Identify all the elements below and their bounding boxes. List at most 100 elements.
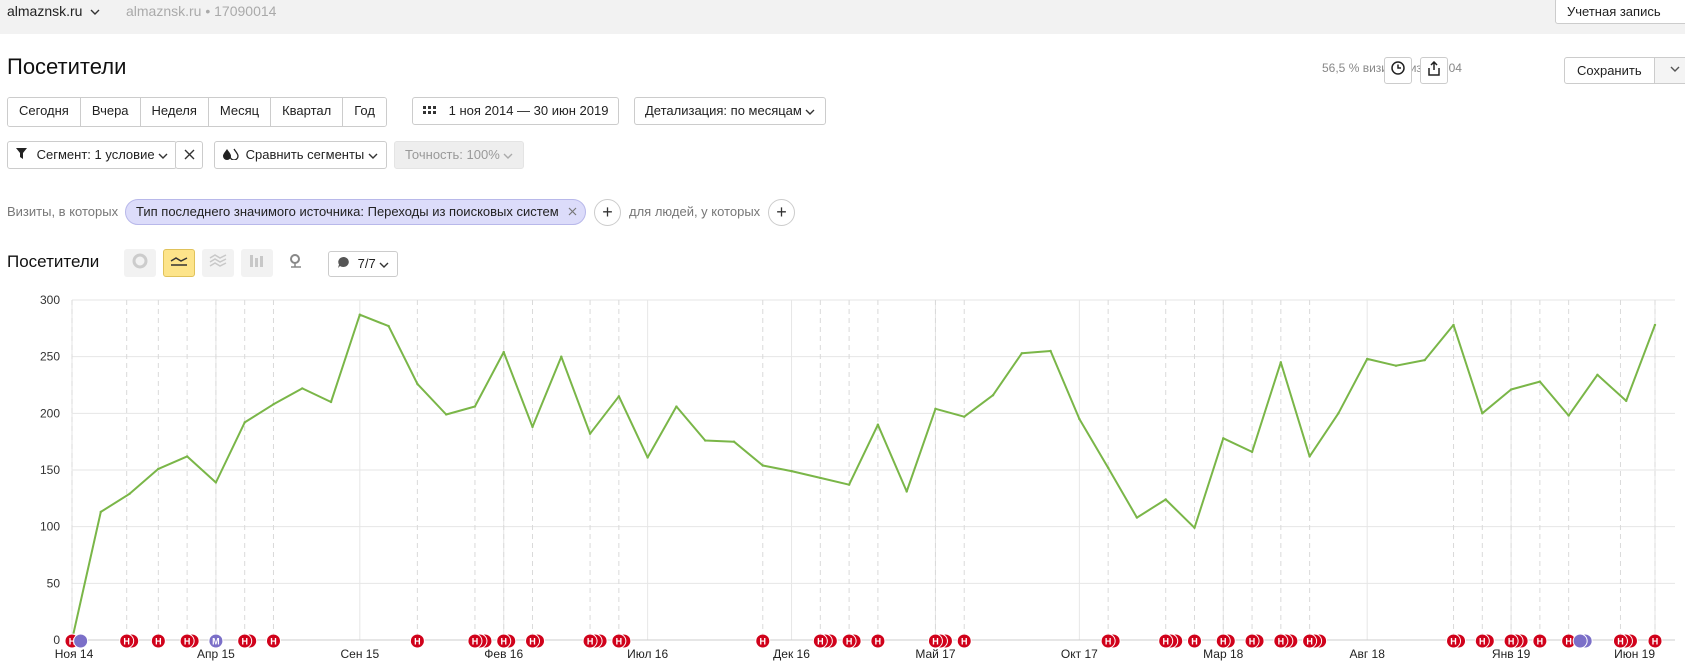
y-tick-label: 150 [40, 463, 60, 477]
filter-chip[interactable]: Тип последнего значимого источника: Пере… [125, 199, 586, 225]
top-bar: almaznsk.ru almaznsk.ru • 17090014 Учетн… [0, 0, 1685, 34]
note-badge-label: Н [616, 637, 623, 647]
pie-chart-icon [132, 253, 148, 274]
chart-type-pie[interactable] [124, 249, 156, 277]
note-badge-label: Н [961, 637, 968, 647]
chevron-down-icon [805, 99, 815, 125]
chart-type-area[interactable] [202, 249, 234, 277]
account-button[interactable]: Учетная запись [1555, 0, 1685, 24]
detail-label: Детализация: по месяцам [645, 103, 802, 118]
date-range-label: 1 ноя 2014 — 30 июн 2019 [448, 103, 609, 118]
data-point [1538, 380, 1542, 383]
period-today[interactable]: Сегодня [8, 98, 81, 126]
data-point [675, 405, 678, 408]
note-badge-label: Н [1306, 637, 1313, 647]
note-badge-label: Н [1508, 637, 1515, 647]
add-visit-condition-button[interactable]: + [594, 199, 621, 226]
data-point [1250, 450, 1254, 454]
date-range-picker[interactable]: 1 ноя 2014 — 30 июн 2019 [412, 97, 620, 125]
note-badge-label: Н [414, 637, 421, 647]
segment-dropdown[interactable]: Сегмент: 1 условие [7, 141, 178, 169]
add-people-condition-button[interactable]: + [768, 199, 795, 226]
data-point [560, 355, 563, 358]
data-point [704, 439, 707, 442]
data-point [387, 324, 390, 328]
site-selector[interactable]: almaznsk.ru [7, 3, 100, 19]
compare-segments-dropdown[interactable]: Сравнить сегменты [214, 141, 387, 169]
data-point [1394, 364, 1398, 367]
chart-type-map[interactable] [280, 249, 312, 277]
comment-icon [337, 253, 350, 277]
clock-icon [1391, 61, 1405, 80]
period-yesterday[interactable]: Вчера [80, 98, 141, 126]
data-point [502, 350, 505, 354]
data-point [1423, 358, 1426, 362]
calendar-icon [423, 99, 437, 125]
notes-dropdown[interactable]: 7/7 [328, 251, 399, 277]
note-badge-label: М [212, 637, 220, 647]
data-point [214, 481, 218, 484]
note-badge-label: Н [846, 637, 853, 647]
note-badge-label: Н [529, 637, 536, 647]
close-icon[interactable] [568, 200, 577, 224]
data-point [243, 421, 246, 424]
data-point [1279, 361, 1283, 364]
data-point [1337, 412, 1340, 415]
data-point [1164, 498, 1167, 501]
data-point [444, 413, 448, 416]
x-tick-label: Апр 15 [197, 647, 235, 661]
accuracy-dropdown[interactable]: Точность: 100% [394, 141, 525, 169]
period-quarter[interactable]: Квартал [271, 98, 344, 126]
note-badge-label: Н [875, 637, 882, 647]
history-button[interactable] [1384, 57, 1412, 84]
data-point [416, 382, 419, 386]
data-point [128, 492, 131, 495]
chevron-down-icon [158, 143, 168, 169]
chart-type-line[interactable] [163, 249, 195, 277]
note-badge [1572, 633, 1588, 649]
chevron-down-icon [503, 143, 513, 169]
chart-title: Посетители [7, 252, 100, 271]
data-point [1193, 526, 1196, 529]
note-badge-label: Н [1162, 637, 1169, 647]
y-tick-label: 100 [40, 520, 60, 534]
data-point [329, 400, 333, 404]
data-point [1567, 414, 1570, 417]
note-badge-label: Н [270, 637, 277, 647]
plus-icon: + [602, 202, 613, 222]
save-options-button[interactable] [1654, 58, 1685, 83]
data-point [531, 425, 534, 429]
filter-chip-label: Тип последнего значимого источника: Пере… [136, 204, 559, 219]
data-point [358, 313, 362, 316]
chart-type-bar[interactable] [241, 249, 273, 277]
y-tick-label: 50 [47, 576, 61, 590]
period-month[interactable]: Месяц [208, 98, 272, 126]
plus-icon: + [776, 202, 787, 222]
share-icon [1427, 60, 1441, 81]
data-point [905, 490, 908, 493]
note-badge-label: Н [184, 637, 191, 647]
note-badge-label: Н [1105, 637, 1112, 647]
segment-label: Сегмент: 1 условие [36, 147, 155, 162]
period-year[interactable]: Год [343, 98, 386, 126]
save-button[interactable]: Сохранить [1564, 57, 1685, 84]
detail-dropdown[interactable]: Детализация: по месяцам [634, 97, 827, 125]
note-badge-label: Н [1278, 637, 1285, 647]
note-badge-label: Н [472, 637, 479, 647]
clear-segment-button[interactable] [175, 141, 203, 169]
note-badge-label: Н [1479, 637, 1486, 647]
data-point [1509, 388, 1513, 391]
y-tick-label: 300 [40, 293, 60, 307]
x-tick-label: Окт 17 [1061, 647, 1098, 661]
note-badge-label: Н [760, 637, 767, 647]
x-tick-label: Авг 18 [1349, 647, 1385, 661]
period-week[interactable]: Неделя [140, 98, 209, 126]
data-point [185, 455, 189, 458]
note-badge-label: Н [1450, 637, 1457, 647]
export-button[interactable] [1420, 57, 1448, 84]
data-point [819, 476, 822, 480]
data-point [646, 456, 649, 459]
data-point [963, 415, 966, 418]
data-point [732, 440, 736, 443]
data-point [761, 464, 764, 467]
